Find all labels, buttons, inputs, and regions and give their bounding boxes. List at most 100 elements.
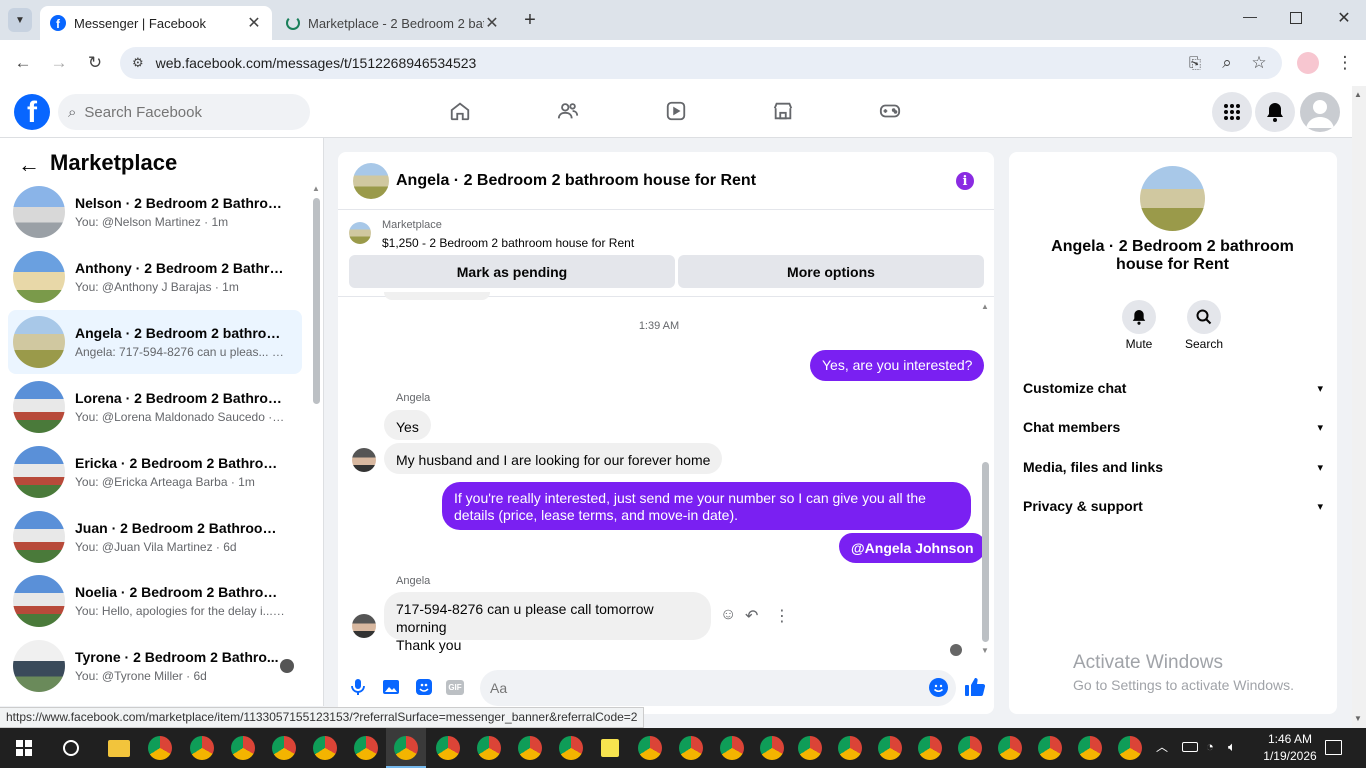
- tab-search-button[interactable]: ▼: [8, 8, 32, 32]
- gaming-icon[interactable]: [876, 96, 904, 126]
- list-item[interactable]: Juan · 2 Bedroom 2 Bathroom - ... You: @J…: [8, 505, 302, 569]
- list-item[interactable]: Nelson · 2 Bedroom 2 Bathroom... You: @Ne…: [8, 180, 302, 244]
- tray-chevron-up-icon[interactable]: ︿: [1156, 738, 1168, 755]
- chrome-icon[interactable]: [760, 736, 784, 760]
- search-button[interactable]: [1187, 300, 1221, 334]
- section-privacy-support[interactable]: Privacy & support ▾: [1023, 494, 1323, 518]
- facebook-logo-icon[interactable]: f: [14, 94, 50, 130]
- avatar[interactable]: [352, 614, 376, 638]
- message-outgoing[interactable]: If you're really interested, just send m…: [442, 482, 971, 530]
- file-explorer-icon[interactable]: [108, 740, 130, 757]
- chrome-icon[interactable]: [918, 736, 942, 760]
- friends-icon[interactable]: [554, 96, 582, 126]
- microphone-icon[interactable]: [349, 678, 367, 696]
- gif-icon[interactable]: GIF: [446, 680, 464, 695]
- list-item[interactable]: Noelia · 2 Bedroom 2 Bathroom... You: Hel…: [8, 569, 302, 633]
- section-media-files-links[interactable]: Media, files and links ▾: [1023, 455, 1323, 479]
- chrome-icon[interactable]: [679, 736, 703, 760]
- chrome-icon[interactable]: [436, 736, 460, 760]
- chrome-icon[interactable]: [354, 736, 378, 760]
- scroll-up-arrow-icon[interactable]: ▲: [1354, 90, 1362, 99]
- address-bar[interactable]: ⚙ web.facebook.com/messages/t/1512268946…: [120, 47, 1282, 79]
- react-emoji-icon[interactable]: ☺: [720, 606, 736, 624]
- scroll-up-arrow-icon[interactable]: ▲: [981, 302, 989, 311]
- avatar[interactable]: [353, 162, 389, 199]
- photo-icon[interactable]: [382, 678, 400, 696]
- message-composer[interactable]: [480, 670, 956, 706]
- clock-time[interactable]: 1:46 AM: [1254, 732, 1326, 746]
- chrome-icon[interactable]: [878, 736, 902, 760]
- message-outgoing-mention[interactable]: @Angela Johnson: [839, 533, 986, 563]
- new-tab-button[interactable]: +: [520, 10, 540, 30]
- message-incoming[interactable]: 717-594-8276 can u please call tomorrow …: [384, 592, 711, 653]
- more-actions-icon[interactable]: ⋮: [774, 606, 790, 626]
- section-chat-members[interactable]: Chat members ▾: [1023, 415, 1323, 439]
- watch-icon[interactable]: [662, 96, 690, 126]
- chrome-icon[interactable]: [148, 736, 172, 760]
- list-item[interactable]: Ericka · 2 Bedroom 2 Bathroom ... You: @E…: [8, 440, 302, 504]
- chrome-icon[interactable]: [231, 736, 255, 760]
- chrome-icon[interactable]: [998, 736, 1022, 760]
- wifi-icon[interactable]: ◔: [1206, 739, 1214, 754]
- back-arrow-icon[interactable]: ←: [18, 152, 40, 178]
- clock-date[interactable]: 1/19/2026: [1254, 749, 1326, 763]
- account-avatar[interactable]: [1300, 92, 1340, 132]
- message-incoming[interactable]: Yes: [384, 410, 431, 440]
- more-options-button[interactable]: More options: [678, 255, 984, 288]
- menu-kebab-icon[interactable]: ⋮: [1334, 52, 1356, 74]
- tab-messenger[interactable]: f Messenger | Facebook ✕: [40, 6, 272, 40]
- list-item[interactable]: Lorena · 2 Bedroom 2 Bathroom... You: @Lo…: [8, 375, 302, 439]
- message-outgoing[interactable]: Yes, are you interested?: [810, 350, 985, 381]
- close-window-button[interactable]: ✕: [1336, 8, 1352, 27]
- list-item[interactable]: Anthony · 2 Bedroom 2 Bathroo... You: @An…: [8, 245, 302, 309]
- list-item[interactable]: Angela · 2 Bedroom 2 bathroom... Angela: …: [8, 310, 302, 374]
- reply-icon[interactable]: ↶: [745, 606, 758, 626]
- chrome-icon[interactable]: [477, 736, 501, 760]
- sticker-icon[interactable]: [415, 678, 433, 696]
- scroll-up-arrow-icon[interactable]: ▲: [312, 184, 320, 193]
- scroll-down-arrow-icon[interactable]: ▼: [1354, 714, 1362, 723]
- notifications-bell-button[interactable]: [1255, 92, 1295, 132]
- facebook-search[interactable]: ⌕: [58, 94, 310, 130]
- like-thumb-icon[interactable]: [964, 676, 986, 698]
- tab-marketplace[interactable]: Marketplace - 2 Bedroom 2 bat ✕: [276, 6, 510, 40]
- menu-grid-button[interactable]: [1212, 92, 1252, 132]
- info-icon[interactable]: i: [956, 172, 974, 190]
- chrome-icon[interactable]: [720, 736, 744, 760]
- chrome-icon[interactable]: [798, 736, 822, 760]
- chrome-icon[interactable]: [190, 736, 214, 760]
- page-scrollbar[interactable]: [1352, 86, 1366, 728]
- back-arrow-icon[interactable]: ←: [12, 52, 34, 74]
- emoji-icon[interactable]: [929, 678, 948, 697]
- chrome-icon[interactable]: [518, 736, 542, 760]
- chrome-icon[interactable]: [838, 736, 862, 760]
- chrome-icon[interactable]: [272, 736, 296, 760]
- section-customize-chat[interactable]: Customize chat ▾: [1023, 376, 1323, 400]
- profile-avatar[interactable]: [1297, 52, 1319, 74]
- windows-start-icon[interactable]: [16, 740, 32, 756]
- sidebar-scrollbar[interactable]: [313, 198, 320, 404]
- bookmark-star-icon[interactable]: ☆: [1248, 52, 1270, 74]
- chrome-icon[interactable]: [394, 736, 418, 760]
- chrome-icon[interactable]: [1078, 736, 1102, 760]
- chat-title[interactable]: Angela · 2 Bedroom 2 bathroom house for …: [396, 172, 756, 190]
- sticky-notes-icon[interactable]: [601, 739, 619, 757]
- marketplace-icon[interactable]: [769, 96, 797, 126]
- chrome-icon[interactable]: [1118, 736, 1142, 760]
- reload-icon[interactable]: ↻: [84, 52, 106, 74]
- chrome-icon[interactable]: [313, 736, 337, 760]
- home-icon[interactable]: [446, 96, 474, 126]
- chat-scrollbar[interactable]: [982, 462, 989, 642]
- message-input[interactable]: [490, 680, 910, 696]
- chrome-icon[interactable]: [638, 736, 662, 760]
- list-item[interactable]: Tyrone · 2 Bedroom 2 Bathro... You: @Tyro…: [8, 634, 302, 698]
- minimize-button[interactable]: —: [1242, 8, 1258, 24]
- mute-button[interactable]: [1122, 300, 1156, 334]
- avatar[interactable]: [1140, 166, 1205, 231]
- listing-text[interactable]: $1,250 - 2 Bedroom 2 bathroom house for …: [382, 236, 634, 250]
- site-info-icon[interactable]: ⚙: [132, 55, 144, 71]
- chrome-icon[interactable]: [1038, 736, 1062, 760]
- avatar[interactable]: [352, 448, 376, 472]
- install-app-icon[interactable]: ⎘: [1184, 52, 1206, 74]
- close-icon[interactable]: ✕: [484, 13, 500, 33]
